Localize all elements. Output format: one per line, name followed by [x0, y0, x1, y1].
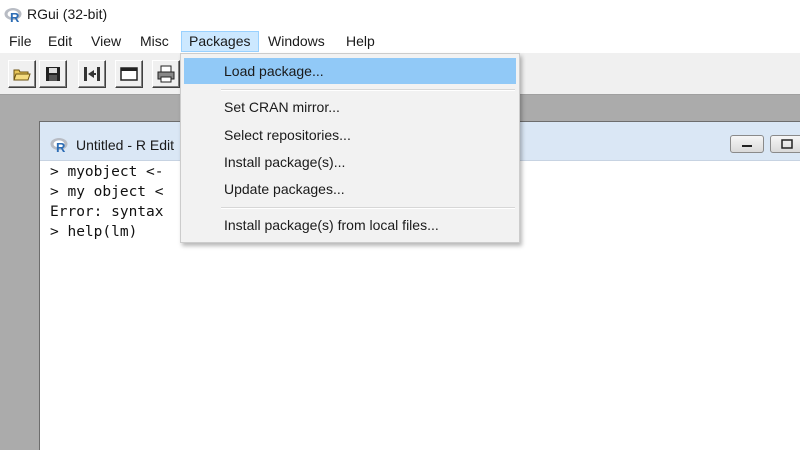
- editor-title: Untitled - R Edit: [76, 137, 175, 153]
- menu-item-install-packages[interactable]: Install package(s)...: [184, 149, 516, 175]
- print-icon: [157, 65, 175, 83]
- print-button[interactable]: [152, 60, 180, 88]
- open-script-button[interactable]: [8, 60, 36, 88]
- svg-text:R: R: [56, 140, 66, 154]
- menu-help[interactable]: Help: [339, 31, 382, 52]
- menu-edit[interactable]: Edit: [41, 31, 79, 52]
- packages-dropdown-menu: Load package... Set CRAN mirror... Selec…: [180, 53, 520, 243]
- title-bar: R RGui (32-bit): [0, 0, 800, 31]
- menu-item-load-package[interactable]: Load package...: [184, 58, 516, 84]
- menu-view[interactable]: View: [84, 31, 128, 52]
- r-logo-icon: R: [4, 8, 22, 24]
- minimize-button[interactable]: [730, 135, 764, 153]
- menu-bar: File Edit View Misc Packages Windows Hel…: [0, 30, 800, 54]
- minimize-icon: [742, 145, 752, 147]
- menu-windows[interactable]: Windows: [261, 31, 332, 52]
- menu-packages[interactable]: Packages: [181, 31, 259, 52]
- open-folder-icon: [13, 69, 31, 81]
- console-window-icon: [120, 67, 138, 81]
- svg-text:R: R: [10, 10, 20, 24]
- load-workspace-button[interactable]: [78, 60, 106, 88]
- save-icon: [46, 67, 60, 81]
- menu-item-update-packages[interactable]: Update packages...: [184, 176, 516, 202]
- r-logo-icon: R: [50, 138, 68, 154]
- rgui-window: R RGui (32-bit) File Edit View Misc Pack…: [0, 0, 800, 450]
- save-button[interactable]: [39, 60, 67, 88]
- menu-misc[interactable]: Misc: [133, 31, 176, 52]
- console-window-button[interactable]: [115, 60, 143, 88]
- menu-item-install-from-local[interactable]: Install package(s) from local files...: [184, 212, 516, 238]
- menu-separator: [221, 207, 515, 209]
- window-title: RGui (32-bit): [27, 6, 108, 22]
- menu-item-select-repositories[interactable]: Select repositories...: [184, 122, 516, 148]
- load-workspace-icon: [84, 67, 100, 81]
- menu-separator: [221, 89, 515, 91]
- maximize-button[interactable]: [770, 135, 800, 153]
- menu-item-set-cran-mirror[interactable]: Set CRAN mirror...: [184, 94, 516, 120]
- maximize-icon: [781, 139, 793, 149]
- menu-file[interactable]: File: [2, 31, 39, 52]
